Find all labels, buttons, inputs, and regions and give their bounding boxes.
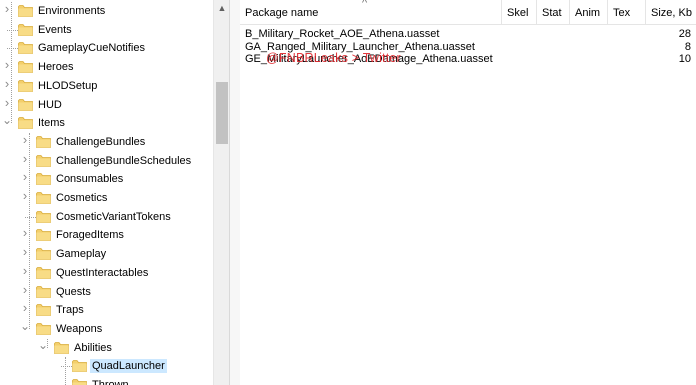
folder-icon [18, 5, 33, 17]
folder-icon [36, 210, 51, 223]
tree-item-forageditems[interactable]: › ForagedItems [0, 226, 213, 244]
tree-item-quadlauncher[interactable]: QuadLauncher [0, 357, 213, 375]
tree-guide-line [29, 132, 30, 329]
tree-item-environments[interactable]: › Environments [0, 2, 213, 20]
tree-guide-line [11, 2, 12, 124]
tree-item-hlodsetup[interactable]: › HLODSetup [0, 77, 213, 95]
folder-icon [36, 304, 51, 317]
scroll-thumb[interactable] [216, 82, 228, 144]
tree-item-gameplaycuenotifies[interactable]: GameplayCueNotifies [0, 39, 213, 57]
tree-item-label: Environments [38, 5, 106, 17]
tree-item-label: Items [38, 117, 65, 130]
tree-item-label: GameplayCueNotifies [38, 42, 145, 55]
tree-item-label: HUD [38, 98, 62, 111]
sort-ascending-icon: ^ [362, 0, 368, 9]
folder-icon [36, 135, 51, 148]
folder-icon [72, 379, 87, 385]
tree-connector [7, 29, 18, 31]
cell-name: B_Military_Rocket_AOE_Athena.uasset [245, 28, 440, 40]
folder-icon [18, 42, 33, 55]
cell-size: 10 [678, 53, 691, 65]
folder-icon [36, 192, 51, 204]
tree-item-label: ChallengeBundleSchedules [56, 154, 192, 167]
column-header-size[interactable]: Size, Kb [646, 0, 696, 24]
folder-icon [36, 248, 51, 260]
tree-item-label: Consumables [56, 173, 124, 186]
column-header-stat[interactable]: Stat [537, 0, 570, 24]
tree-item-cosmeticvarianttokens[interactable]: CosmeticVariantTokens [0, 208, 213, 226]
folder-icon [18, 79, 33, 92]
list-header: Package name Skel Stat Anim Tex Size, Kb ^ [240, 0, 696, 25]
folder-icon [36, 154, 51, 167]
folder-icon [36, 229, 51, 242]
cell-size: 8 [684, 40, 691, 53]
tree-item-label: HLODSetup [38, 79, 98, 92]
column-header-anim[interactable]: Anim [570, 0, 608, 24]
tree-item-label: ForagedItems [56, 229, 124, 242]
folder-icon [18, 117, 33, 130]
folder-icon [36, 322, 51, 335]
column-header-tex[interactable]: Tex [608, 0, 646, 24]
scroll-up-arrow-icon[interactable]: ▲ [214, 0, 230, 17]
folder-icon [36, 173, 51, 186]
tree-item-heroes[interactable]: › Heroes [0, 58, 213, 76]
list-row[interactable]: B_Military_Rocket_AOE_Athena.uasset 28 [240, 28, 696, 40]
tree-connector [25, 216, 36, 218]
tree-item-consumables[interactable]: › Consumables [0, 170, 213, 188]
tree-item-thrown[interactable]: Thrown [0, 376, 213, 385]
tree-item-label: ChallengeBundles [56, 135, 146, 148]
column-header-skel[interactable]: Skel [502, 0, 537, 24]
tree-item-label: Traps [56, 304, 84, 317]
package-list: Package name Skel Stat Anim Tex Size, Kb ^ B_M… [240, 0, 696, 385]
tree-item-label: Abilities [74, 341, 112, 354]
tree-item-items[interactable]: ⌄ Items [0, 114, 213, 132]
folder-icon [18, 61, 33, 73]
folder-icon [18, 23, 33, 36]
folder-icon [36, 285, 51, 298]
column-header-name[interactable]: Package name [240, 0, 502, 24]
tree-guide-line [47, 338, 48, 348]
folder-tree[interactable]: › Environments Events GameplayCueNotifies › H… [0, 0, 213, 385]
tree-item-quests[interactable]: › Quests [0, 283, 213, 301]
tree-item-label: CosmeticVariantTokens [56, 210, 171, 223]
tree-item-label: Thrown [92, 379, 129, 385]
tree-item-label: Gameplay [56, 248, 107, 261]
tree-item-label: Cosmetics [56, 192, 108, 204]
tree-item-traps[interactable]: › Traps [0, 301, 213, 319]
tree-item-challengebundles[interactable]: › ChallengeBundles [0, 133, 213, 151]
cell-size: 28 [678, 28, 691, 40]
tree-item-abilities[interactable]: ⌄ Abilities [0, 339, 213, 357]
folder-icon [72, 360, 87, 373]
tree-item-label: Quests [56, 285, 91, 298]
tree-item-gameplay[interactable]: › Gameplay [0, 245, 213, 263]
tree-item-challengebundleschedules[interactable]: › ChallengeBundleSchedules [0, 152, 213, 170]
folder-icon [36, 266, 51, 279]
tree-item-label: Heroes [38, 61, 74, 74]
tree-connector [7, 48, 18, 50]
tree-scrollbar[interactable]: ▲ [213, 0, 230, 385]
tree-item-label: Weapons [56, 322, 103, 335]
tree-guide-line [65, 357, 66, 385]
folder-icon [54, 341, 69, 354]
tree-item-questinteractables[interactable]: › QuestInteractables [0, 264, 213, 282]
tree-item-label: QuadLauncher [90, 359, 167, 374]
tree-item-label: QuestInteractables [56, 266, 149, 279]
tree-item-events[interactable]: Events [0, 21, 213, 39]
tree-item-cosmetics[interactable]: › Cosmetics [0, 189, 213, 207]
tree-item-hud[interactable]: › HUD [0, 96, 213, 114]
tree-connector [61, 366, 72, 368]
tree-item-weapons[interactable]: ⌄ Weapons [0, 320, 213, 338]
folder-icon [18, 98, 33, 111]
tree-item-label: Events [38, 23, 72, 36]
watermark-text: @FNBRLeaks > Twitter [266, 51, 401, 65]
